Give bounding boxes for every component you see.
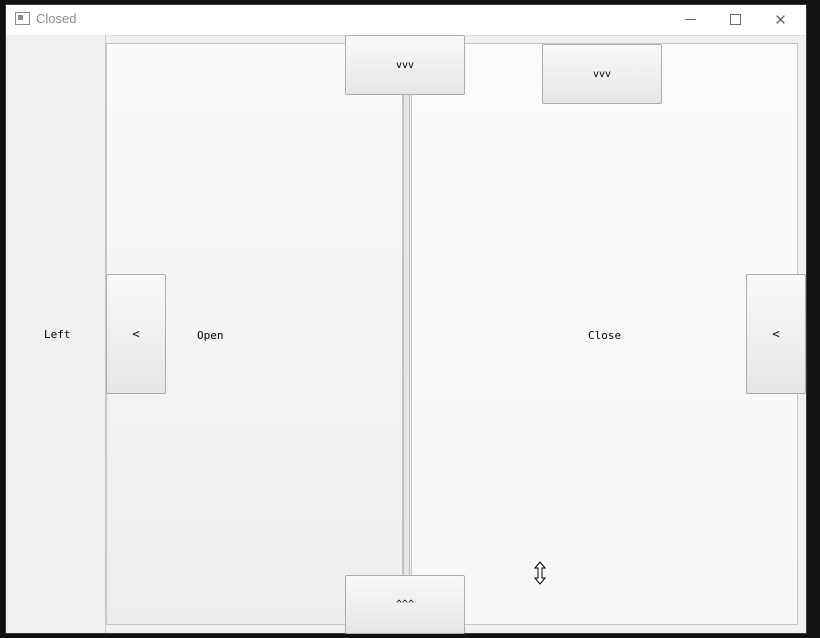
maximize-icon [730, 14, 741, 25]
open-label: Open [197, 329, 224, 342]
close-icon: ✕ [774, 10, 787, 29]
close-panel: Close [411, 43, 798, 625]
resize-vertical-cursor-icon [534, 561, 546, 585]
top-center-expand-button[interactable]: vvv [345, 35, 465, 95]
top-right-expand-button[interactable]: vvv [542, 44, 662, 104]
splitter-handle[interactable] [403, 93, 410, 575]
close-label: Close [588, 329, 622, 342]
close-panel-collapse-button[interactable]: < [746, 274, 806, 394]
app-window: Closed ✕ Left Open Close vvv vvv ^^^ < < [5, 4, 807, 634]
close-window-button[interactable]: ✕ [758, 5, 803, 34]
bottom-center-expand-button[interactable]: ^^^ [345, 575, 465, 634]
app-icon [15, 12, 30, 25]
minimize-icon [685, 19, 696, 20]
window-title: Closed [36, 11, 77, 26]
maximize-button[interactable] [713, 5, 758, 34]
left-label: Left [44, 328, 71, 341]
open-panel-collapse-button[interactable]: < [106, 274, 166, 394]
left-panel: Left [6, 35, 106, 633]
title-bar[interactable]: Closed ✕ [6, 5, 806, 36]
minimize-button[interactable] [668, 5, 713, 34]
